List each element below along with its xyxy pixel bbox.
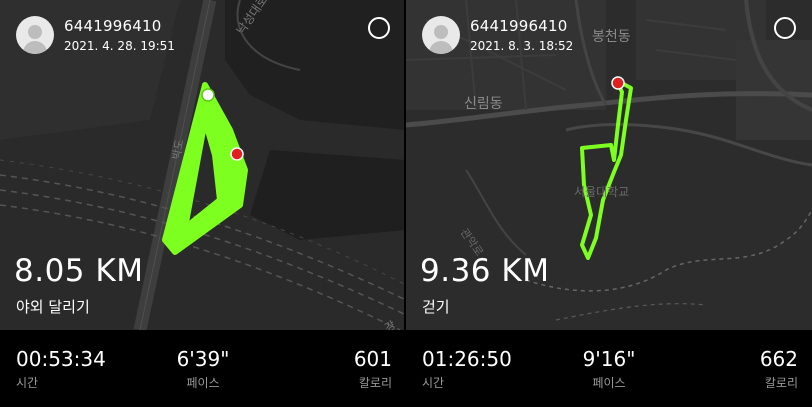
calorie-value: 662 (759, 347, 798, 371)
workout-datetime: 2021. 4. 28. 19:51 (64, 39, 175, 53)
distance-value: 8.05 KM (14, 253, 144, 289)
stat-pace: 9'16" 페이스 (406, 347, 812, 391)
avatar-head (28, 25, 42, 39)
calorie-label: 칼로리 (358, 376, 392, 390)
pace-value: 6'39" (176, 347, 230, 371)
calorie-label: 칼로리 (764, 376, 798, 390)
distance-value: 9.36 KM (420, 253, 550, 289)
select-circle-button[interactable] (774, 17, 796, 39)
select-circle-button[interactable] (368, 17, 390, 39)
stat-calorie: 662 칼로리 (760, 347, 798, 391)
stat-pace: 6'39" 페이스 (0, 347, 406, 391)
avatar[interactable] (422, 16, 460, 54)
user-id: 6441996410 (470, 17, 568, 35)
calorie-value: 601 (353, 347, 392, 371)
avatar[interactable] (16, 16, 54, 54)
map-label: 서울대학교 (574, 185, 630, 199)
map-label: 봉천동 (592, 29, 631, 45)
user-id: 6441996410 (64, 17, 162, 35)
pace-label: 페이스 (186, 376, 220, 390)
pace-value: 9'16" (582, 347, 636, 371)
avatar-body (23, 41, 47, 54)
stats-bar: 00:53:34 시간 6'39" 페이스 601 칼로리 (0, 330, 406, 407)
activity-type: 걷기 (422, 298, 450, 316)
workout-datetime: 2021. 8. 3. 18:52 (470, 39, 574, 53)
pace-label: 페이스 (592, 376, 626, 390)
workout-card-left[interactable]: 낙성대로 박도 강 6441996410 2021. 4. 28. 19:51 … (0, 0, 406, 407)
panel-divider (404, 0, 406, 407)
activity-type: 야외 달리기 (16, 298, 90, 316)
avatar-head (434, 25, 448, 39)
stat-calorie: 601 칼로리 (354, 347, 392, 391)
map-label: 신림동 (464, 96, 503, 112)
workout-card-right[interactable]: 봉천동 신림동 서울대학교 관악로 6441996410 2021. 8. 3.… (406, 0, 812, 407)
stats-bar: 01:26:50 시간 9'16" 페이스 662 칼로리 (406, 330, 812, 407)
avatar-body (429, 41, 453, 54)
